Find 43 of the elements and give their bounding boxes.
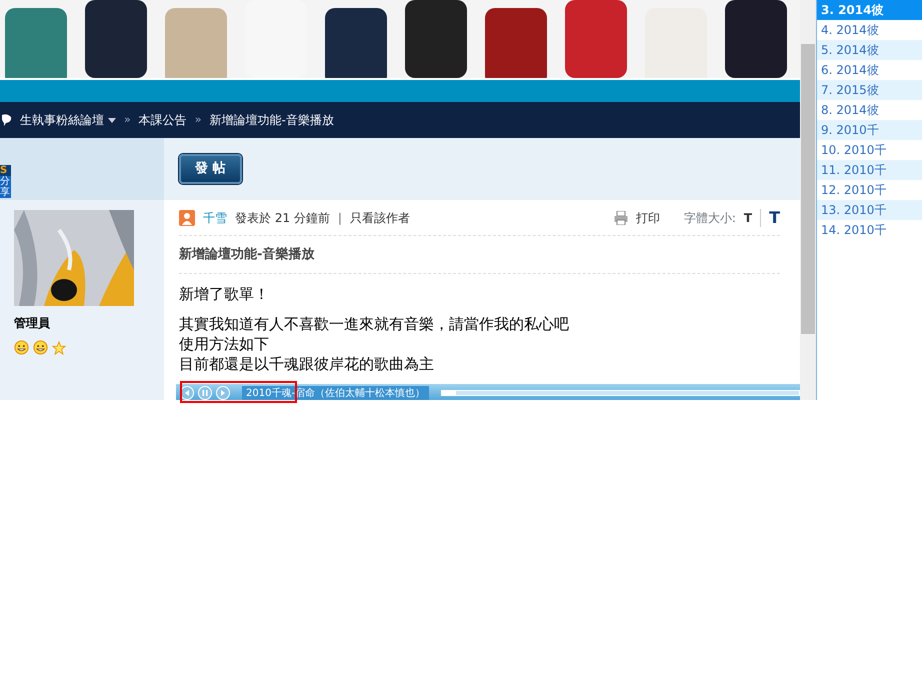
star-icon (52, 340, 66, 354)
post-title: 新增論壇功能-音樂播放 (179, 236, 780, 274)
playlist-item[interactable]: 4. 2014彼 (817, 20, 922, 40)
caret-icon (108, 118, 116, 122)
font-large-button[interactable]: T (769, 206, 780, 230)
playlist-item[interactable]: 13. 2010千 (817, 200, 922, 220)
pause-icon[interactable] (198, 386, 212, 400)
printer-icon (614, 210, 628, 224)
separator-icon: » (124, 112, 131, 128)
separator: | (338, 210, 342, 226)
playlist-item[interactable]: 7. 2015彼 (817, 80, 922, 100)
separator-icon: » (194, 112, 202, 128)
playlist-item[interactable]: 6. 2014彼 (817, 60, 922, 80)
breadcrumb-link[interactable]: 新增論壇功能-音樂播放 (209, 111, 334, 129)
font-small-button[interactable]: T (744, 208, 752, 226)
post-text: 其實我知道有人不喜歡一進來就有音樂，請當作我的私心吧 (179, 314, 570, 334)
playlist-item[interactable]: 3. 2014彼 (817, 0, 922, 20)
smiley-icon (14, 340, 29, 355)
author-link[interactable]: 千雪 (203, 208, 227, 226)
chat-icon (2, 114, 12, 126)
post-time: 發表於 21 分鐘前 (235, 210, 330, 226)
progress-track[interactable] (441, 390, 800, 396)
share-tab[interactable]: S 分享 (0, 165, 11, 198)
only-author-link[interactable]: 只看該作者 (350, 208, 410, 226)
playlist-item[interactable]: 11. 2010千 (817, 160, 922, 180)
post-button[interactable]: 發 帖 (179, 154, 242, 184)
playlist-item[interactable]: 10. 2010千 (817, 140, 922, 160)
breadcrumb-link[interactable]: 本課公告 (138, 111, 187, 129)
post-text: 使用方法如下 (179, 334, 270, 354)
print-link[interactable]: 打印 (636, 208, 660, 226)
user-rank: 管理員 (14, 315, 51, 332)
font-size-label: 字體大小: (684, 210, 736, 226)
post-text: 新增了歌單！ (179, 284, 270, 304)
playlist-item[interactable]: 8. 2014彼 (817, 100, 922, 120)
smiley-icon (33, 340, 48, 355)
breadcrumb-link[interactable]: 生執事粉絲論壇 (20, 111, 116, 129)
playlist-item[interactable]: 14. 2010千 (817, 220, 922, 240)
post-text: 目前都還是以千魂跟彼岸花的歌曲為主 (179, 354, 435, 374)
playlist-item[interactable]: 12. 2010千 (817, 180, 922, 200)
user-icon (179, 210, 195, 226)
playlist-item[interactable]: 5. 2014彼 (817, 40, 922, 60)
next-icon[interactable] (216, 386, 230, 400)
playlist-item[interactable]: 9. 2010千 (817, 120, 922, 140)
